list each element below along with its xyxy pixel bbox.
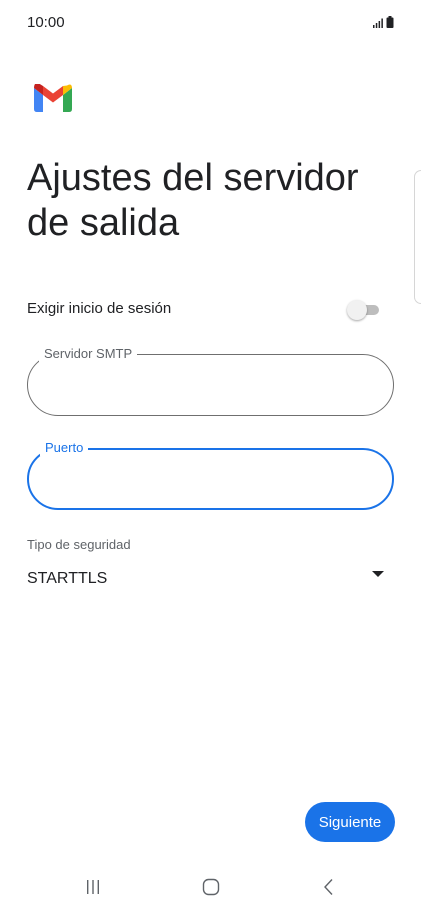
port-field[interactable]: Puerto (27, 440, 394, 510)
smtp-server-field[interactable]: Servidor SMTP (27, 346, 394, 416)
next-button[interactable]: Siguiente (305, 802, 395, 842)
port-input[interactable] (45, 468, 376, 494)
dropdown-arrow-icon (372, 571, 384, 577)
page-title: Ajustes del servidor de salida (27, 157, 359, 244)
signal-icon (373, 15, 383, 33)
home-icon[interactable] (196, 872, 226, 902)
recent-apps-icon[interactable] (78, 872, 108, 902)
back-icon[interactable] (314, 872, 344, 902)
security-type-select[interactable]: STARTTLS (27, 565, 394, 595)
status-time: 10:00 (27, 14, 65, 31)
navigation-bar (0, 858, 421, 914)
security-type-value: STARTTLS (27, 570, 108, 587)
smtp-server-input[interactable] (44, 373, 377, 399)
gmail-logo (34, 83, 72, 112)
require-login-toggle[interactable] (347, 300, 381, 320)
status-bar: 10:00 (0, 0, 421, 48)
require-login-label: Exigir inicio de sesión (27, 300, 172, 317)
port-label: Puerto (40, 440, 89, 456)
security-type-label: Tipo de seguridad (27, 537, 131, 552)
status-icons (373, 15, 394, 33)
battery-icon (386, 15, 394, 33)
scroll-indicator[interactable] (414, 170, 421, 304)
screen: 10:00 Ajustes del servidor de salida Exi… (0, 0, 421, 914)
toggle-thumb (347, 300, 367, 320)
smtp-server-label: Servidor SMTP (39, 346, 138, 362)
require-login-row[interactable]: Exigir inicio de sesión (27, 296, 394, 324)
